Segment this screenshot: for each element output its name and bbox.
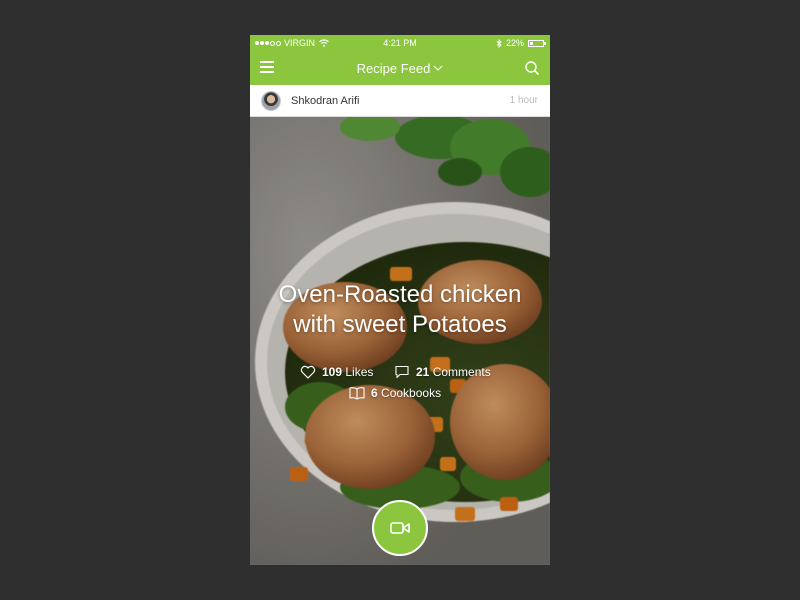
battery-icon (528, 39, 546, 47)
author-name[interactable]: Shkodran Arifi (291, 95, 359, 107)
status-bar: VIRGIN 4:21 PM 22% (250, 35, 550, 51)
post-author-bar: Shkodran Arifi 1 hour (250, 85, 550, 117)
avatar[interactable] (261, 90, 281, 111)
cookbooks-count: 6 (371, 386, 378, 400)
likes-count: 109 (322, 365, 343, 379)
battery-percent: 22% (505, 38, 524, 48)
wifi-icon (319, 39, 329, 47)
post-timestamp: 1 hour (509, 95, 538, 106)
page-title: Recipe Feed (356, 60, 431, 76)
recipe-title[interactable]: Oven-Roasted chicken with sweet Potatoes (250, 280, 550, 340)
recipe-card[interactable]: Oven-Roasted chicken with sweet Potatoes… (250, 117, 550, 565)
feed-selector[interactable]: Recipe Feed (250, 51, 550, 85)
search-icon[interactable] (524, 60, 540, 76)
comments-stat[interactable]: 21 Comments (394, 365, 491, 379)
cookbooks-stat[interactable]: 6 Cookbooks (349, 386, 441, 400)
signal-strength-icon (255, 40, 281, 46)
video-camera-icon (390, 522, 410, 534)
heart-icon (300, 365, 316, 379)
bluetooth-icon (496, 38, 502, 48)
likes-stat[interactable]: 109 Likes (300, 365, 373, 379)
navigation-bar: Recipe Feed (250, 51, 550, 85)
video-button[interactable] (372, 500, 428, 556)
chevron-down-icon (433, 65, 443, 71)
likes-label: Likes (345, 365, 374, 379)
comments-label: Comments (432, 365, 491, 379)
carrier-label: VIRGIN (284, 38, 316, 48)
comments-count: 21 (416, 365, 430, 379)
cookbooks-label: Cookbooks (381, 386, 442, 400)
open-book-icon (349, 387, 365, 400)
comment-bubble-icon (395, 365, 409, 379)
phone-screen: VIRGIN 4:21 PM 22% Recipe Feed Shkodran … (250, 35, 550, 565)
